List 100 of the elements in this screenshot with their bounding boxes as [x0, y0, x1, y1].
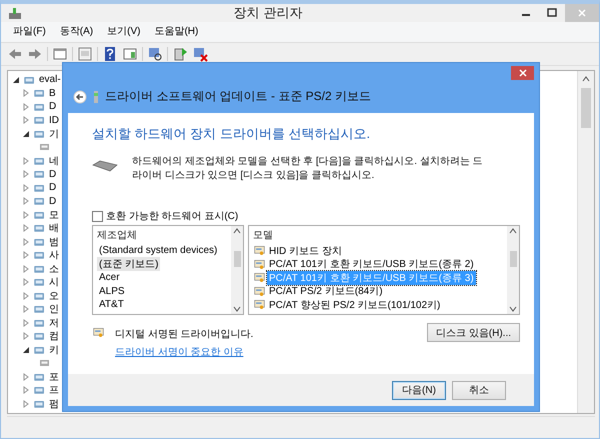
driver-signing-link[interactable]: 드라이버 서명이 중요한 이유	[115, 345, 254, 359]
collapsed-arrow-icon[interactable]	[22, 386, 30, 394]
scrollbar[interactable]	[577, 71, 594, 413]
collapsed-arrow-icon[interactable]	[22, 400, 30, 408]
collapsed-arrow-icon[interactable]	[22, 305, 30, 314]
tree-item[interactable]: 키	[49, 342, 59, 357]
tree-item[interactable]: 포	[49, 370, 59, 384]
list-item[interactable]: (Standard system devices)	[97, 245, 220, 256]
list-item[interactable]: PC/AT PS/2 키보드(84키)	[267, 284, 385, 298]
tree-item[interactable]: D	[49, 101, 56, 112]
certificate-icon	[253, 299, 266, 310]
expanded-arrow-icon[interactable]	[22, 346, 30, 354]
tree-item[interactable]: 시	[49, 275, 59, 290]
device-icon	[33, 87, 46, 100]
tree-item[interactable]: 펌	[49, 396, 59, 411]
collapsed-arrow-icon[interactable]	[22, 264, 30, 273]
list-item[interactable]: Acer	[97, 272, 122, 284]
collapsed-arrow-icon[interactable]	[22, 184, 30, 192]
menu-item[interactable]: 파일(F)	[7, 24, 52, 40]
tree-item[interactable]: 범	[49, 234, 59, 249]
tree-item[interactable]: 소	[49, 262, 59, 276]
list-item[interactable]: PC/AT 101키 호환 키보드/USB 키보드(종류 2)	[267, 257, 476, 272]
model-list[interactable]: 모델 HID 키보드 장치 PC/AT 101키 호환 키보드/USB 키보드(종류 2) PC/AT 101키 호환 키보드/USB 키보드(종류 3) PC/AT PS/2 키보드(84키) PC/AT 향상된 PS/2 키보드(101/102키)	[248, 225, 520, 315]
tree-item[interactable]: eval-	[39, 74, 61, 86]
expanded-arrow-icon[interactable]	[12, 76, 20, 84]
list-item[interactable]: HID 키보드 장치	[267, 244, 344, 258]
forward-arrow-icon[interactable]	[27, 46, 43, 62]
collapsed-arrow-icon[interactable]	[22, 89, 30, 98]
scroll-thumb[interactable]	[581, 88, 591, 128]
list-item[interactable]: (표준 키보드)	[97, 257, 160, 272]
close-button[interactable]	[511, 66, 534, 80]
list-header: 모델	[253, 229, 274, 243]
tree-item[interactable]: 컴	[49, 329, 59, 344]
description-text: 하드웨어의 제조업체와 모델을 선택한 후 [다음]을 클릭하십시오. 설치하려는 드라이버 디스크가 있으면 [디스크 있음]을 클릭하십시오.	[132, 155, 484, 183]
window-icon[interactable]	[52, 46, 68, 62]
menu-item[interactable]: 도움말(H)	[148, 24, 204, 40]
have-disk-button[interactable]: 디스크 있음(H)...	[427, 323, 520, 342]
tree-item[interactable]: 프	[49, 383, 59, 398]
collapsed-arrow-icon[interactable]	[22, 197, 30, 206]
checkbox-label[interactable]: 호환 가능한 하드웨어 표시(C)	[106, 209, 238, 223]
tree-item[interactable]: D	[49, 182, 56, 194]
next-button[interactable]: 다음(N)	[392, 380, 446, 400]
tree-item[interactable]: 모	[49, 208, 59, 222]
menu-item[interactable]: 보기(V)	[101, 24, 146, 40]
back-button[interactable]	[73, 90, 87, 104]
scroll-down-icon[interactable]	[509, 306, 517, 312]
dialog-title: 드라이버 소프트웨어 업데이트 - 표준 PS/2 키보드	[105, 88, 372, 105]
list-item[interactable]: PC/AT 향상된 PS/2 키보드(101/102키)	[267, 298, 442, 312]
tree-item[interactable]: 오	[49, 288, 59, 303]
expanded-arrow-icon[interactable]	[22, 130, 30, 138]
scroll-up-icon[interactable]	[233, 228, 241, 234]
collapsed-arrow-icon[interactable]	[22, 238, 30, 246]
device-icon	[33, 114, 46, 126]
scroll-up-icon[interactable]	[581, 74, 591, 84]
tree-item[interactable]: 네	[49, 154, 59, 168]
collapsed-arrow-icon[interactable]	[22, 224, 30, 232]
list-item[interactable]: AT&T	[97, 299, 126, 310]
device-icon	[33, 168, 46, 180]
tree-item[interactable]: ID	[49, 114, 59, 126]
collapsed-arrow-icon[interactable]	[22, 372, 30, 381]
collapsed-arrow-icon[interactable]	[22, 170, 30, 178]
update-driver-icon[interactable]	[172, 46, 188, 62]
collapsed-arrow-icon[interactable]	[22, 292, 30, 300]
collapsed-arrow-icon[interactable]	[22, 102, 30, 111]
menu-item[interactable]: 동작(A)	[54, 24, 100, 40]
device-icon	[33, 195, 46, 208]
manufacturer-list[interactable]: 제조업체 (Standard system devices) (표준 키보드) Acer ALPS AT&T	[92, 225, 244, 315]
tree-item[interactable]: 인	[49, 302, 59, 316]
tree-item[interactable]: D	[49, 196, 56, 207]
tree-item[interactable]: 배	[49, 221, 59, 236]
maximize-icon	[547, 8, 557, 18]
device-icon	[33, 222, 46, 234]
scan-icon[interactable]	[147, 46, 163, 62]
collapsed-arrow-icon[interactable]	[22, 332, 30, 340]
keyboard-icon	[92, 159, 118, 173]
back-arrow-icon[interactable]	[7, 46, 23, 62]
list-item[interactable]: ALPS	[97, 286, 127, 297]
collapsed-arrow-icon[interactable]	[22, 251, 30, 260]
instruction-heading: 설치할 하드웨어 장치 드라이버를 선택하십시오.	[92, 125, 372, 143]
scroll-thumb[interactable]	[234, 251, 240, 267]
collapsed-arrow-icon[interactable]	[22, 116, 30, 124]
tree-item[interactable]: 기	[49, 126, 59, 141]
scroll-thumb[interactable]	[510, 251, 516, 267]
tree-item[interactable]: 저	[49, 316, 59, 330]
scroll-up-icon[interactable]	[509, 228, 517, 234]
collapsed-arrow-icon[interactable]	[22, 278, 30, 286]
help-icon[interactable]	[102, 46, 118, 62]
collapsed-arrow-icon[interactable]	[22, 210, 30, 219]
tree-item[interactable]: D	[49, 168, 56, 180]
collapsed-arrow-icon[interactable]	[22, 318, 30, 327]
tree-item[interactable]: 사	[49, 248, 59, 262]
uninstall-icon[interactable]	[192, 46, 208, 62]
scroll-down-icon[interactable]	[233, 306, 241, 312]
certificate-icon	[253, 286, 266, 297]
collapsed-arrow-icon[interactable]	[22, 156, 30, 165]
window-icon[interactable]	[122, 46, 138, 62]
properties-icon[interactable]	[77, 46, 93, 62]
tree-item[interactable]: B	[49, 88, 56, 99]
cancel-button[interactable]: 취소	[452, 380, 506, 400]
checkbox[interactable]	[92, 210, 103, 222]
